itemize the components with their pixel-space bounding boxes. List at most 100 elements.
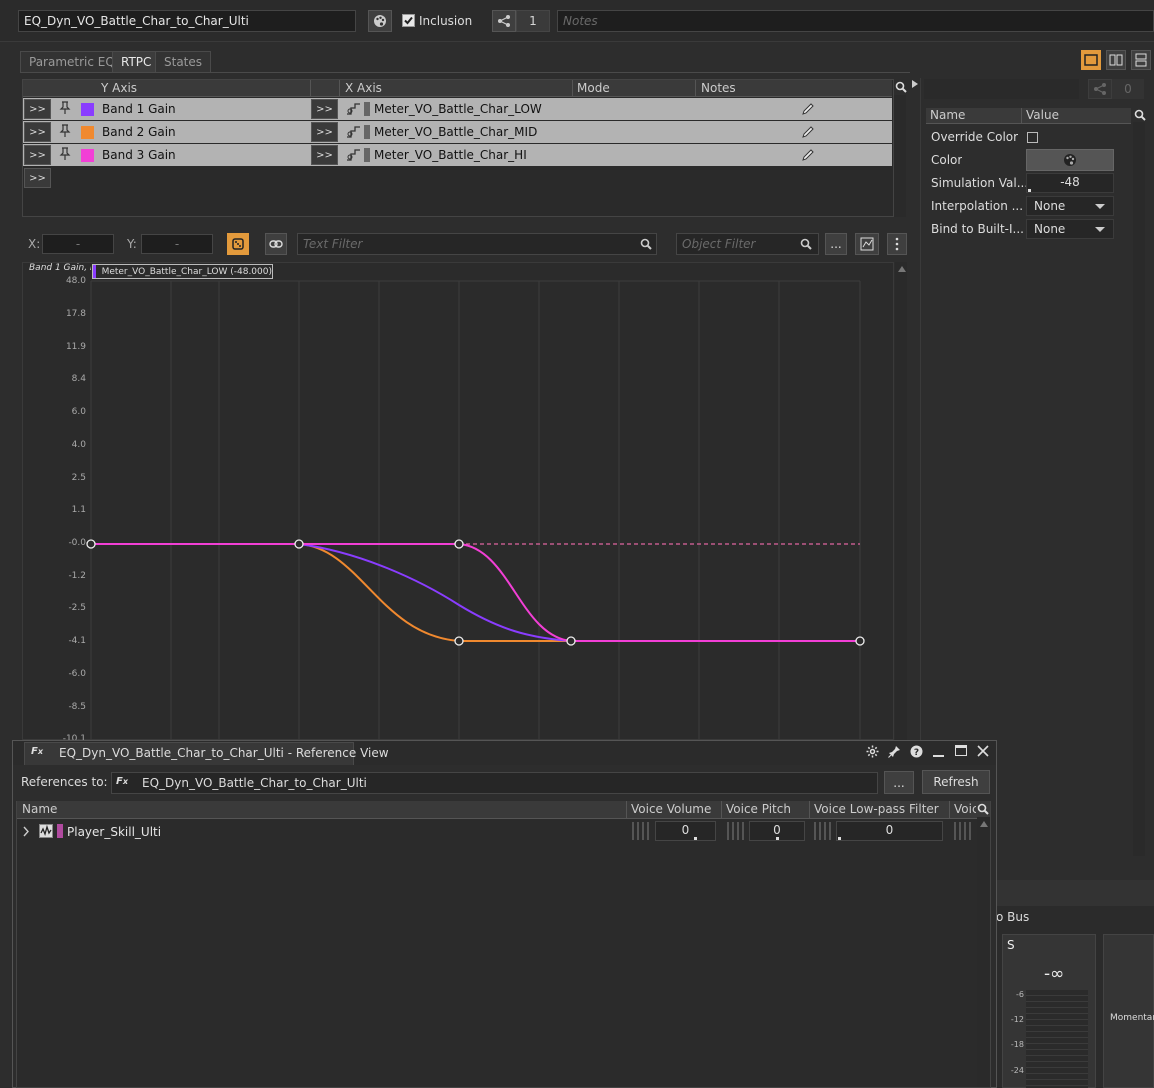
- edit-notes-icon[interactable]: [801, 125, 815, 139]
- pin-icon[interactable]: [58, 101, 72, 115]
- link-button[interactable]: [265, 233, 287, 255]
- table-scrollbar[interactable]: [894, 95, 906, 217]
- tab-rtpc[interactable]: RTPC: [112, 51, 161, 72]
- voice-lpf-slider[interactable]: 0: [836, 821, 943, 841]
- tab-states[interactable]: States: [155, 51, 212, 72]
- share-icon: [498, 15, 510, 27]
- references-scrollbar[interactable]: [977, 817, 990, 1087]
- expand-button[interactable]: >>: [24, 99, 51, 119]
- properties-search-button[interactable]: [1134, 109, 1146, 121]
- y-tick-label: 17.8: [65, 309, 86, 319]
- minimize-button[interactable]: [933, 755, 944, 757]
- color-swatch-button[interactable]: [1026, 149, 1114, 171]
- inclusion-checkbox[interactable]: [402, 14, 415, 27]
- y-coord-field[interactable]: -: [141, 234, 213, 254]
- help-button[interactable]: ?: [910, 745, 923, 758]
- edit-notes-icon[interactable]: [801, 102, 815, 116]
- expand-button[interactable]: >>: [24, 145, 51, 165]
- rtpc-game-param-icon: [346, 102, 362, 116]
- simulation-slider[interactable]: -48: [1026, 173, 1114, 193]
- fx-icon: Fx: [31, 746, 44, 757]
- column-voice-pitch[interactable]: Voice Pitch: [722, 801, 810, 819]
- references-browse-button[interactable]: ...: [884, 771, 914, 794]
- x-coord-field[interactable]: -: [42, 234, 114, 254]
- meter-scale-label: -12: [1010, 1015, 1024, 1024]
- x-axis-label: Meter_VO_Battle_Char_MID: [374, 125, 538, 139]
- properties-scrollbar[interactable]: [1133, 122, 1145, 856]
- y-tick-label: 11.9: [65, 342, 86, 352]
- y-axis-label: Band 1 Gain: [102, 102, 176, 116]
- header-x-axis: X Axis: [345, 81, 382, 95]
- object-filter-input[interactable]: Object Filter: [676, 233, 819, 255]
- tooltip-text: Meter_VO_Battle_Char_LOW (-48.000): [101, 266, 272, 277]
- expand-button[interactable]: >>: [24, 122, 51, 142]
- rtpc-game-param-icon: [346, 148, 362, 162]
- edit-notes-icon[interactable]: [801, 148, 815, 162]
- voice-pitch-slider[interactable]: 0: [749, 821, 805, 841]
- object-name-field[interactable]: EQ_Dyn_VO_Battle_Char_to_Char_Ulti: [18, 10, 356, 32]
- loudness-box: [1103, 934, 1154, 1088]
- pin-window-button[interactable]: [888, 745, 901, 758]
- x-axis-expand-button[interactable]: >>: [311, 145, 338, 165]
- x-axis-color: [364, 148, 370, 162]
- collapse-arrow-icon[interactable]: [912, 80, 918, 88]
- search-table-button[interactable]: [895, 81, 907, 93]
- layout-stack-button[interactable]: [1131, 50, 1151, 70]
- voice-lpf-link-icon[interactable]: [814, 822, 834, 840]
- x-axis-label: Meter_VO_Battle_Char_HI: [374, 148, 527, 162]
- references-search-button[interactable]: [977, 803, 989, 815]
- voice-pitch-link-icon[interactable]: [727, 822, 747, 840]
- x-coord-label: X:: [28, 237, 41, 251]
- x-axis-expand-button[interactable]: >>: [311, 99, 338, 119]
- properties-share-button[interactable]: [1088, 79, 1112, 99]
- graph-area[interactable]: [22, 262, 894, 740]
- text-filter-input[interactable]: Text Filter: [297, 233, 657, 255]
- close-button[interactable]: [977, 745, 989, 757]
- column-voice-volume[interactable]: Voice Volume: [627, 801, 722, 819]
- graph-menu-button[interactable]: [887, 233, 907, 255]
- layout-split-button[interactable]: [1106, 50, 1126, 70]
- close-icon: [977, 745, 989, 757]
- color-picker-button[interactable]: [368, 10, 392, 32]
- scroll-up-icon[interactable]: [898, 266, 906, 272]
- tab-parametric-eq[interactable]: Parametric EQ: [20, 51, 124, 72]
- layout-single-button[interactable]: [1081, 50, 1101, 70]
- interpolation-dropdown[interactable]: None: [1026, 196, 1114, 216]
- slider-thumb[interactable]: [776, 837, 779, 840]
- slider-thumb[interactable]: [694, 837, 697, 840]
- reference-object-name[interactable]: Player_Skill_Ulti: [67, 825, 161, 839]
- graph-settings-button[interactable]: [855, 233, 879, 255]
- graph-header-label: Band 1 Gain, Ba: [29, 263, 91, 273]
- x-axis-expand-button[interactable]: >>: [311, 122, 338, 142]
- layout-split-icon: [1109, 54, 1123, 66]
- slider-thumb[interactable]: [838, 837, 841, 840]
- add-rtpc-button[interactable]: >>: [24, 168, 51, 188]
- search-icon: [640, 238, 652, 250]
- simulation-slider-thumb[interactable]: [1028, 189, 1031, 192]
- meter-bar: [1026, 990, 1088, 1088]
- snap-button[interactable]: [227, 233, 249, 255]
- column-voice-more[interactable]: Voic: [950, 801, 976, 819]
- scroll-up-icon[interactable]: [980, 821, 988, 827]
- settings-button[interactable]: [866, 745, 879, 758]
- y-tick-label: 4.0: [71, 440, 86, 450]
- voice-volume-link-icon[interactable]: [632, 822, 652, 840]
- voice-more-link-icon[interactable]: [954, 822, 974, 840]
- share-button[interactable]: [492, 10, 516, 32]
- notes-field[interactable]: Notes: [557, 10, 1154, 32]
- properties-toolbar: [924, 79, 1079, 99]
- voice-volume-slider[interactable]: 0: [655, 821, 716, 841]
- expand-row-icon[interactable]: [22, 826, 30, 837]
- pin-icon[interactable]: [58, 147, 72, 161]
- maximize-button[interactable]: [955, 745, 967, 756]
- palette-icon: [374, 15, 386, 27]
- y-tick-label: 48.0: [65, 276, 86, 286]
- column-name[interactable]: Name: [18, 801, 627, 819]
- column-voice-lpf[interactable]: Voice Low-pass Filter: [810, 801, 950, 819]
- refresh-button[interactable]: Refresh: [922, 770, 990, 794]
- bind-dropdown[interactable]: None: [1026, 219, 1114, 239]
- pin-icon[interactable]: [58, 124, 72, 138]
- override-color-checkbox[interactable]: [1027, 132, 1038, 143]
- graph-scrollbar[interactable]: [895, 262, 907, 740]
- object-filter-more-button[interactable]: ...: [825, 233, 847, 255]
